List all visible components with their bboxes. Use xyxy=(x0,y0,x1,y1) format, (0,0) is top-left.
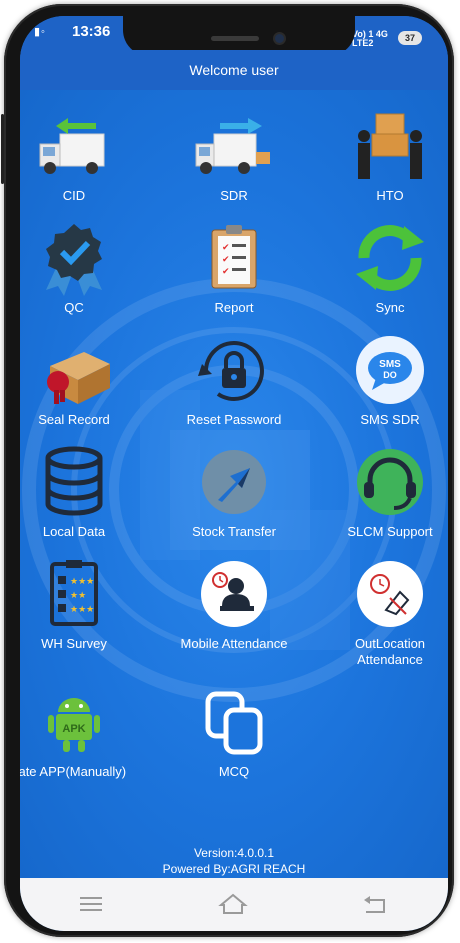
copy-squares-icon xyxy=(194,682,274,762)
tile-slcm-support[interactable]: SLCM Support xyxy=(320,442,448,540)
speaker xyxy=(211,36,259,41)
battery-icon: 37 xyxy=(398,31,422,45)
padlock-reset-icon xyxy=(194,330,274,410)
tile-label: Reset Password xyxy=(186,412,282,427)
main-content: CID SDR HTO QC ✔ ✔ ✔ Report Sync Seal Re… xyxy=(20,90,448,878)
tile-seal-record[interactable]: Seal Record xyxy=(20,330,144,428)
home-icon[interactable] xyxy=(218,892,248,916)
tile-label: Report xyxy=(214,300,254,315)
camera xyxy=(275,34,284,43)
tile-label: HTO xyxy=(376,188,404,203)
truck-outbound-icon xyxy=(194,106,274,186)
tile-label: CID xyxy=(62,188,86,203)
tile-label: WH Survey xyxy=(41,636,107,651)
tile-label: SMS SDR xyxy=(360,412,420,427)
tile-sync[interactable]: Sync xyxy=(320,218,448,316)
phone-frame: ▮◦ 13:36 Vo) 1 4G LTE2 37 Welcome user C… xyxy=(1,4,454,937)
tile-hto[interactable]: HTO xyxy=(320,106,448,204)
tile-label: QC xyxy=(64,300,84,315)
tile-label: SLCM Support xyxy=(347,524,433,539)
transfer-arrow-icon xyxy=(194,442,274,522)
svg-text:APK: APK xyxy=(62,723,85,735)
page-title: Welcome user xyxy=(20,50,448,90)
tile-sms-sdr[interactable]: SMS DO SMS SDR xyxy=(320,330,448,428)
tile-label: Stock Transfer xyxy=(192,524,276,539)
tile-wh-survey[interactable]: ★★★ ★★ ★★★ WH Survey xyxy=(20,554,144,652)
user-desk-clock-icon xyxy=(194,554,274,634)
clipboard-checklist-icon: ✔ ✔ ✔ xyxy=(194,218,274,298)
svg-text:✔: ✔ xyxy=(222,266,230,276)
status-time: 13:36 xyxy=(72,23,111,40)
sms-bubble-icon: SMS DO xyxy=(350,330,430,410)
database-icon xyxy=(34,442,114,522)
powered-by-text: Powered By:AGRI REACH xyxy=(162,862,306,876)
version-text: Version:4.0.0.1 xyxy=(193,846,275,860)
sealed-box-icon xyxy=(34,330,114,410)
tile-mobile-attendance[interactable]: Mobile Attendance xyxy=(164,554,304,652)
notification-icons: ▮◦ xyxy=(34,26,46,38)
svg-text:✔: ✔ xyxy=(222,242,230,252)
menu-icon[interactable] xyxy=(76,892,106,916)
tile-report[interactable]: ✔ ✔ ✔ Report xyxy=(164,218,304,316)
svg-text:★★★: ★★★ xyxy=(70,604,94,614)
back-icon[interactable] xyxy=(360,892,390,916)
tile-update-app[interactable]: APK pdate APP(Manually) xyxy=(20,682,144,780)
svg-text:DO: DO xyxy=(383,370,397,380)
tile-label: OutLocation Attendance xyxy=(354,636,426,667)
tile-label: Mobile Attendance xyxy=(180,636,288,651)
people-carrying-box-icon xyxy=(350,106,430,186)
tile-label: MCQ xyxy=(218,764,250,779)
tile-local-data[interactable]: Local Data xyxy=(20,442,144,540)
tile-qc[interactable]: QC xyxy=(20,218,144,316)
sync-arrows-icon xyxy=(350,218,430,298)
tile-cid[interactable]: CID xyxy=(20,106,144,204)
svg-text:✔: ✔ xyxy=(222,254,230,264)
tile-label: pdate APP(Manually) xyxy=(20,764,127,779)
tile-label: Sync xyxy=(375,300,405,315)
tile-stock-transfer[interactable]: Stock Transfer xyxy=(164,442,304,540)
tile-sdr[interactable]: SDR xyxy=(164,106,304,204)
tile-outlocation-attendance[interactable]: OutLocation Attendance xyxy=(320,554,448,668)
tile-mcq[interactable]: MCQ xyxy=(164,682,304,780)
android-apk-icon: APK xyxy=(34,682,114,762)
location-clock-icon xyxy=(350,554,430,634)
tile-label: SDR xyxy=(220,188,248,203)
truck-inbound-icon xyxy=(34,106,114,186)
system-nav-bar xyxy=(20,878,448,931)
tile-label: Local Data xyxy=(42,524,106,539)
svg-text:★★: ★★ xyxy=(70,590,86,600)
quality-badge-icon xyxy=(34,218,114,298)
tile-reset-password[interactable]: Reset Password xyxy=(164,330,304,428)
svg-text:★★★: ★★★ xyxy=(70,576,94,586)
network-indicator: Vo) 1 4G LTE2 xyxy=(352,29,388,48)
survey-clipboard-icon: ★★★ ★★ ★★★ xyxy=(34,554,114,634)
tile-label: Seal Record xyxy=(38,412,110,427)
headset-support-icon xyxy=(350,442,430,522)
svg-text:SMS: SMS xyxy=(379,359,401,370)
phone-side-button xyxy=(1,114,4,184)
screen: ▮◦ 13:36 Vo) 1 4G LTE2 37 Welcome user C… xyxy=(20,16,448,931)
